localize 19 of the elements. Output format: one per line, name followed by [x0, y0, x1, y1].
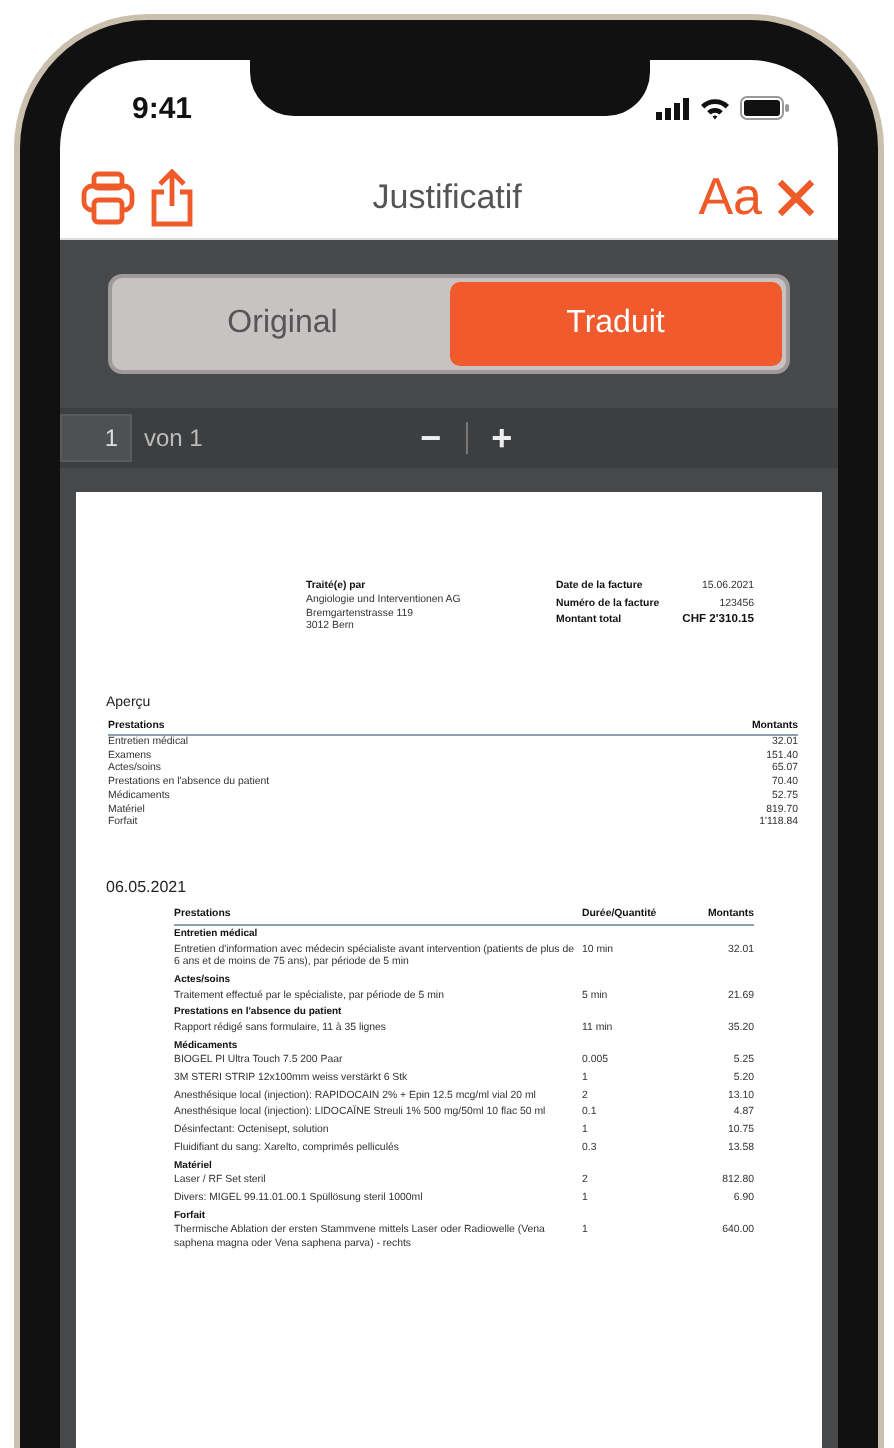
segment-tab[interactable]: Original [116, 282, 449, 366]
close-button[interactable] [774, 175, 818, 220]
wifi-icon [700, 97, 730, 120]
close-icon [774, 175, 818, 220]
signal-icon [656, 97, 690, 120]
battery-icon [740, 96, 790, 121]
printer-icon [80, 169, 136, 226]
header-title: Justificatif [370, 177, 524, 218]
segment-tab[interactable]: Traduit [449, 282, 782, 366]
page-number-field[interactable]: 1 [60, 414, 132, 462]
share-button[interactable] [148, 167, 196, 228]
zoom-out-button[interactable]: − [412, 417, 450, 459]
page-count: von 1 [144, 424, 203, 452]
status-time: 9:41 [132, 91, 193, 126]
font-size-button[interactable]: Aa [698, 166, 762, 229]
share-icon [148, 167, 196, 228]
date-heading: 06.05.2021 [106, 878, 189, 899]
zoom-in-button[interactable]: + [483, 417, 521, 459]
print-button[interactable] [80, 169, 136, 226]
